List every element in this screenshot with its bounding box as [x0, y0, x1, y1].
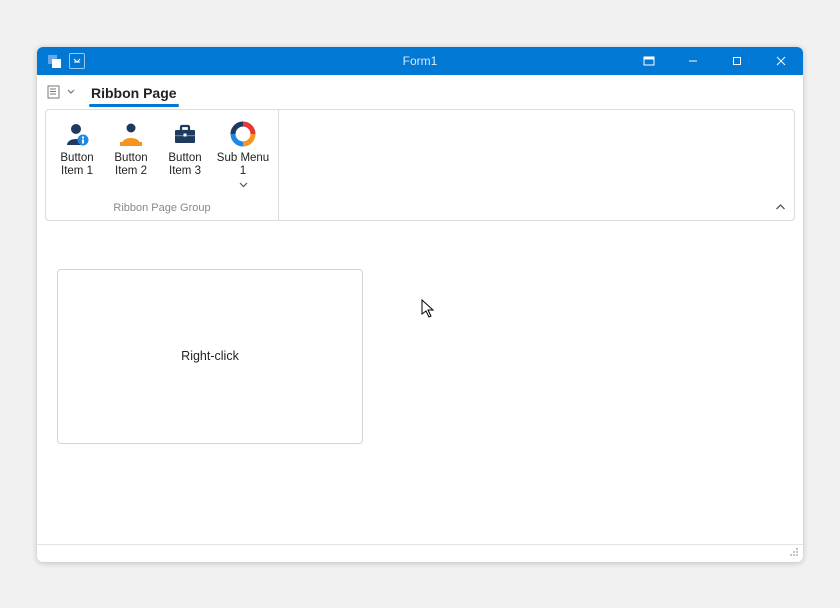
button-item-2-label: Button Item 2 [114, 152, 147, 178]
sub-menu-1-label: Sub Menu 1 [214, 152, 272, 178]
right-click-panel-label: Right-click [181, 349, 239, 363]
content-area: Right-click [37, 221, 803, 544]
file-menu-icon[interactable] [47, 85, 75, 99]
statusbar [37, 544, 803, 562]
ribbon-page-group: Button Item 1 Button Item 2 [46, 110, 279, 220]
right-click-panel[interactable]: Right-click [57, 269, 363, 444]
quick-access-dropdown[interactable] [69, 53, 85, 69]
app-window: Form1 [37, 47, 803, 562]
sub-menu-1[interactable]: Sub Menu 1 [214, 118, 272, 198]
app-icon [47, 53, 63, 69]
ribbon-display-options[interactable] [627, 47, 671, 75]
button-item-2[interactable]: Button Item 2 [106, 118, 156, 198]
donut-chart-icon [227, 120, 259, 148]
tab-ribbon-page[interactable]: Ribbon Page [89, 79, 179, 105]
cursor-icon [421, 299, 437, 322]
button-item-1-label: Button Item 1 [60, 152, 93, 178]
close-button[interactable] [759, 47, 803, 75]
collapse-ribbon-icon[interactable] [775, 202, 786, 214]
titlebar-left [37, 53, 85, 69]
ribbon-group-caption: Ribbon Page Group [52, 198, 272, 218]
briefcase-icon [169, 120, 201, 148]
maximize-button[interactable] [715, 47, 759, 75]
user-orange-icon [115, 120, 147, 148]
ribbon-tabs-row: Ribbon Page [45, 75, 795, 109]
button-item-3[interactable]: Button Item 3 [160, 118, 210, 198]
chevron-down-icon [239, 180, 248, 191]
button-item-1[interactable]: Button Item 1 [52, 118, 102, 198]
user-info-icon [61, 120, 93, 148]
ribbon-panel: Button Item 1 Button Item 2 [45, 109, 795, 221]
minimize-button[interactable] [671, 47, 715, 75]
ribbon: Ribbon Page [37, 75, 803, 221]
resize-grip-icon[interactable] [789, 547, 799, 560]
titlebar-controls [627, 47, 803, 75]
ribbon-group-items: Button Item 1 Button Item 2 [52, 118, 272, 198]
titlebar: Form1 [37, 47, 803, 75]
button-item-3-label: Button Item 3 [168, 152, 201, 178]
